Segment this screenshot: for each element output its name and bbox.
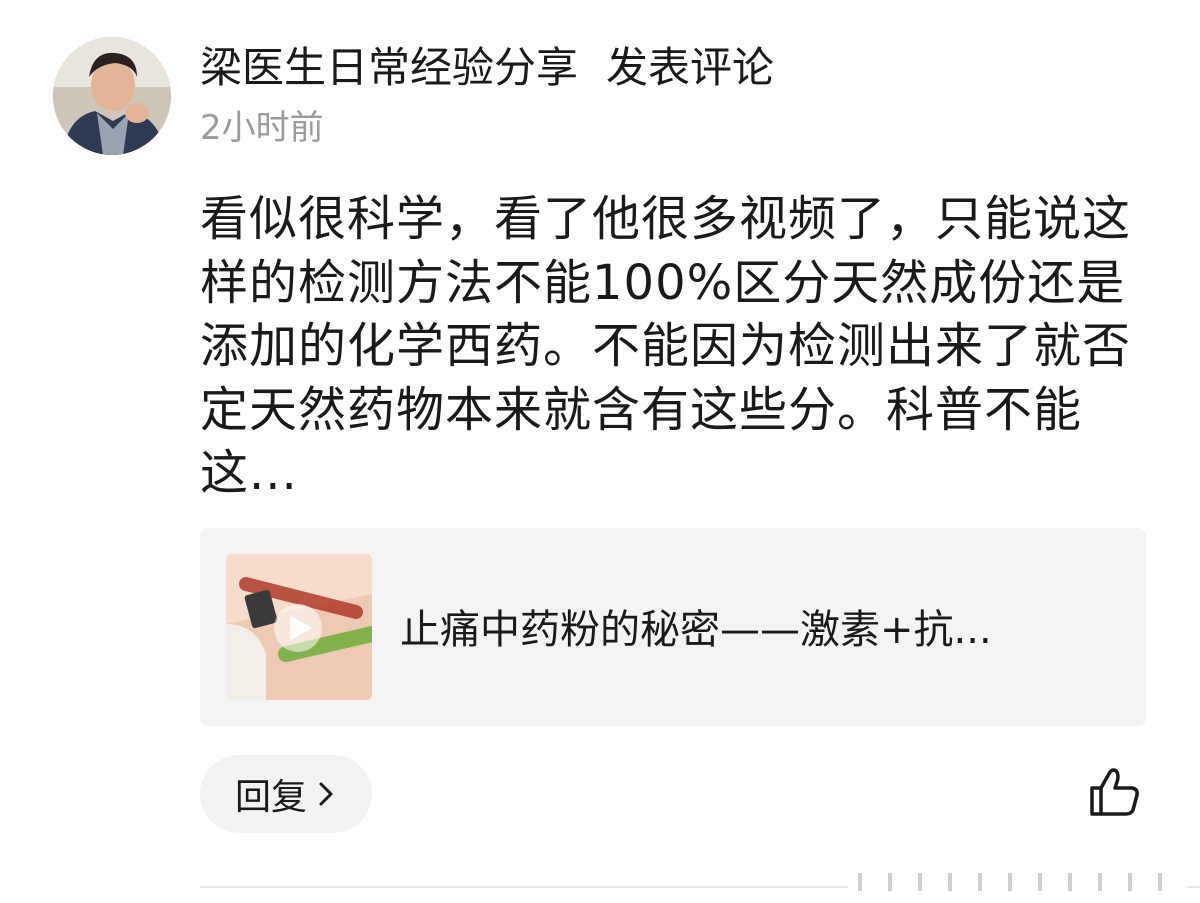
thumbnail-image xyxy=(226,554,372,700)
video-title[interactable]: 止痛中药粉的秘密——激素+抗... xyxy=(400,606,992,654)
author-avatar[interactable] xyxy=(53,37,171,155)
chevron-right-icon xyxy=(319,782,333,806)
watermark-graphic xyxy=(848,869,1188,893)
thumbs-up-icon[interactable] xyxy=(1086,764,1142,820)
author-name[interactable]: 梁医生日常经验分享 xyxy=(200,43,578,92)
comment-timestamp: 2小时前 xyxy=(200,108,324,148)
comment-body[interactable]: 看似很科学，看了他很多视频了，只能说这样的检测方法不能100%区分天然成份还是添… xyxy=(200,188,1150,506)
comment-header: 梁医生日常经验分享 发表评论 xyxy=(200,42,774,94)
comment-action-label: 发表评论 xyxy=(606,43,775,92)
comment-page: 梁医生日常经验分享 发表评论 2小时前 看似很科学，看了他很多视频了，只能说这样的… xyxy=(0,0,1200,903)
reply-button[interactable]: 回复 xyxy=(200,755,372,833)
avatar-photo xyxy=(53,37,171,155)
reply-label: 回复 xyxy=(234,777,307,818)
video-thumbnail[interactable] xyxy=(226,554,372,700)
video-link-card[interactable]: 止痛中药粉的秘密——激素+抗... xyxy=(200,528,1146,726)
